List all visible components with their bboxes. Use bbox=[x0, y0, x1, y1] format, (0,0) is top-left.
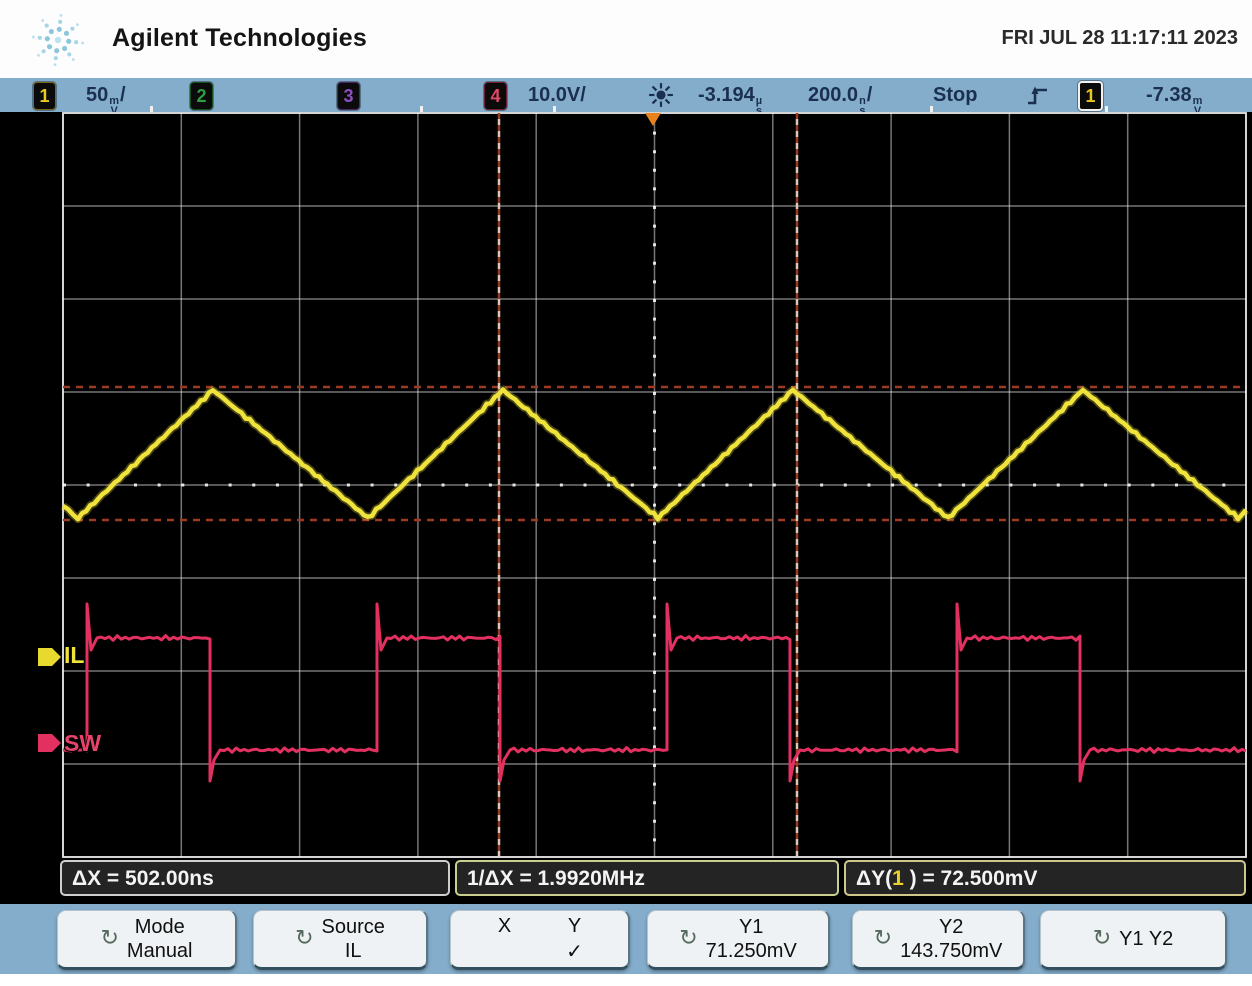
header-bar: Agilent Technologies FRI JUL 28 11:17:11… bbox=[0, 0, 1252, 78]
softkey-y1[interactable]: ↻ Y171.250mV bbox=[647, 910, 830, 970]
brand-title: Agilent Technologies bbox=[112, 24, 367, 53]
softkey-x-y-select[interactable]: X Y ✓ bbox=[450, 910, 630, 970]
rotary-knob-icon: ↻ bbox=[874, 929, 892, 949]
inverse-delta-x-readout: 1/ΔX = 1.9920MHz bbox=[455, 860, 839, 896]
delay-readout: -3.194µs bbox=[698, 82, 763, 108]
softkey-y1y2-label: Y1 Y2 bbox=[1119, 927, 1173, 951]
softkey-source[interactable]: ↻ SourceIL bbox=[253, 910, 428, 970]
channel-1-label: IL bbox=[64, 642, 84, 669]
channel-1-badge[interactable]: 1 bbox=[33, 82, 56, 110]
waveform-display: IL SW ΔX = 502.00ns 1/ΔX = 1.9920MHz ΔY(… bbox=[0, 112, 1252, 904]
status-bar: 1 50mV/ 2 3 4 10.0V/ -3.194µs 200.0ns/ S… bbox=[0, 78, 1252, 112]
softkey-source-label: Source bbox=[322, 915, 385, 939]
softkey-y2-label: Y2 bbox=[939, 915, 963, 939]
channel-4-label: SW bbox=[64, 730, 101, 757]
softkey-mode[interactable]: ↻ ModeManual bbox=[57, 910, 237, 970]
channel-2-badge[interactable]: 2 bbox=[190, 82, 213, 110]
delta-x-readout: ΔX = 502.00ns bbox=[60, 860, 450, 896]
softkey-x-label[interactable]: X bbox=[470, 914, 540, 939]
rotary-knob-icon: ↻ bbox=[679, 929, 697, 949]
rotary-knob-icon: ↻ bbox=[295, 929, 313, 949]
acquisition-status: Stop bbox=[933, 82, 977, 108]
bottom-strip bbox=[0, 974, 1252, 986]
rotary-knob-icon: ↻ bbox=[100, 929, 118, 949]
channel-1-scale-value: 50 bbox=[86, 84, 108, 106]
softkey-y-label[interactable]: Y bbox=[540, 914, 610, 939]
rotary-knob-icon: ↻ bbox=[1093, 929, 1111, 949]
softkey-menu: ↻ ModeManual ↻ SourceIL X Y ✓ ↻ Y171.250… bbox=[0, 904, 1252, 974]
trigger-source-badge[interactable]: 1 bbox=[1078, 81, 1103, 111]
check-icon: ✓ bbox=[540, 939, 610, 964]
channel-4-scale: 10.0V/ bbox=[528, 82, 586, 108]
timebase-readout: 200.0ns/ bbox=[808, 82, 872, 108]
softkey-y2-value: 143.750mV bbox=[900, 939, 1002, 963]
channel-3-badge[interactable]: 3 bbox=[337, 82, 360, 110]
softkey-y1-value: 71.250mV bbox=[706, 939, 797, 963]
datetime-readout: FRI JUL 28 11:17:11 2023 bbox=[1002, 27, 1238, 50]
trigger-level-readout: -7.38mV bbox=[1146, 82, 1203, 108]
softkey-y2[interactable]: ↻ Y2143.750mV bbox=[852, 910, 1025, 970]
softkey-mode-value: Manual bbox=[127, 939, 193, 963]
horizontal-delay-sun-icon bbox=[648, 82, 674, 108]
channel-1-scale: 50mV/ bbox=[86, 82, 126, 108]
agilent-logo-icon bbox=[30, 12, 86, 68]
trigger-edge-icon bbox=[1026, 82, 1050, 108]
softkey-source-value: IL bbox=[345, 939, 362, 963]
softkey-x-check-slot bbox=[470, 939, 540, 964]
delta-y-channel: 1 bbox=[892, 867, 904, 890]
scope-graticule bbox=[0, 112, 1252, 904]
delta-y-readout: ΔY(1 ) = 72.500mV bbox=[844, 860, 1246, 896]
channel-4-badge[interactable]: 4 bbox=[484, 82, 507, 110]
oscilloscope-screen: Agilent Technologies FRI JUL 28 11:17:11… bbox=[0, 0, 1252, 986]
softkey-mode-label: Mode bbox=[135, 915, 185, 939]
softkey-y1y2[interactable]: ↻ Y1 Y2 bbox=[1040, 910, 1227, 970]
softkey-y1-label: Y1 bbox=[739, 915, 763, 939]
